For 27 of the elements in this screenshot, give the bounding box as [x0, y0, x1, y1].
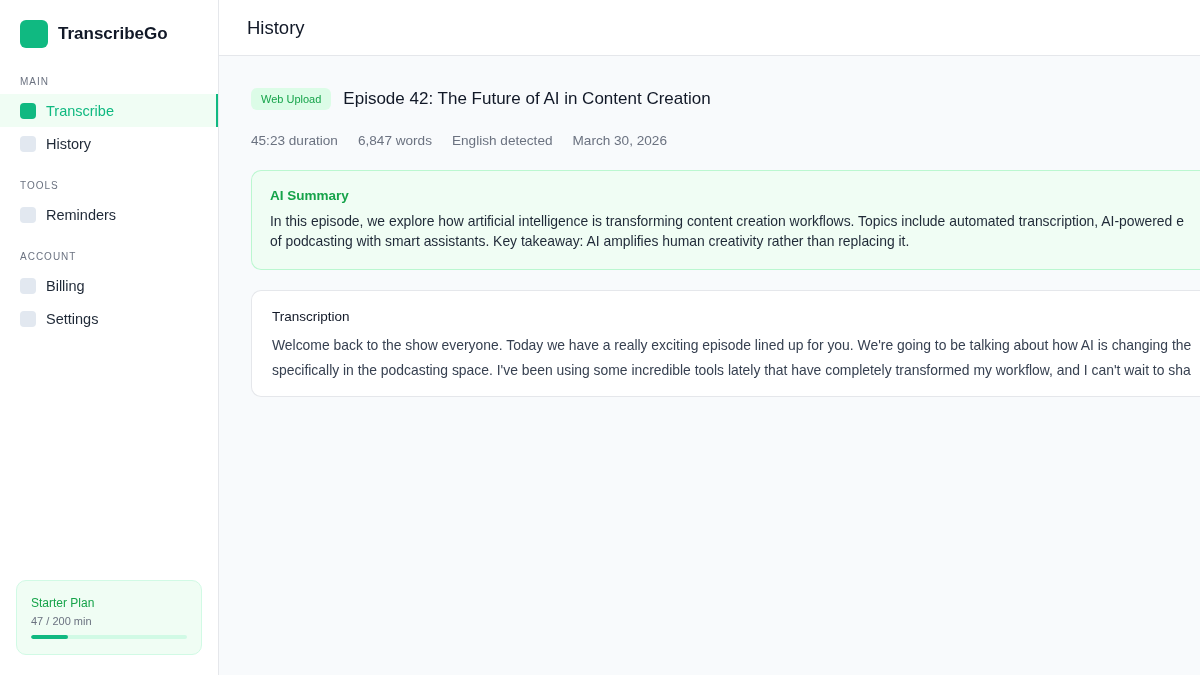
- summary-text: In this episode, we explore how artificial intelligence is transforming content creation workflows. Topics include automated transcription, AI-powered e of podcasting with smart assistants. Key takeaway: AI amplifies human creativity rather than replacing it.: [270, 212, 1185, 251]
- transcription-text: Welcome back to the show everyone. Today we have a really exciting episode lined up for you. We're going to be talking about how AI is changing the specifically in the podcasting space. I've been using some incredible tools lately that have completely transformed my workflow, and I can't wait to sha: [272, 336, 1193, 380]
- page-title: History: [247, 16, 305, 39]
- meta-text: 45:23 duration: [251, 132, 338, 150]
- app-logo-icon: [20, 20, 48, 48]
- sidebar-item[interactable]: Billing: [0, 269, 218, 302]
- brand-name: TranscribeGo: [58, 23, 168, 45]
- sidebar-item[interactable]: History: [0, 127, 218, 160]
- square-icon: [20, 277, 36, 294]
- sidebar-item[interactable]: Settings: [0, 302, 218, 335]
- square-icon: [20, 206, 36, 223]
- section-label: ACCOUNT: [19, 250, 78, 264]
- square-icon: [20, 135, 36, 152]
- episode-title: Episode 42: The Future of AI in Content Creation: [343, 89, 711, 109]
- meta-text: English detected: [452, 132, 553, 150]
- meta-text: 6,847 words: [357, 132, 432, 150]
- section-label: TOOLS: [19, 179, 60, 193]
- meta-text: March 30, 2026: [572, 132, 667, 150]
- section-label: MAIN: [19, 75, 50, 89]
- summary-heading: AI Summary: [270, 187, 350, 205]
- source-badge: Web Upload: [251, 88, 332, 110]
- square-icon: [20, 102, 36, 119]
- transcription-heading: Transcription: [272, 308, 351, 326]
- sidebar-item[interactable]: Reminders: [0, 198, 218, 231]
- plan-usage: 47 / 200 min: [31, 614, 93, 629]
- square-icon: [20, 310, 36, 327]
- plan-name: Starter Plan: [31, 595, 96, 611]
